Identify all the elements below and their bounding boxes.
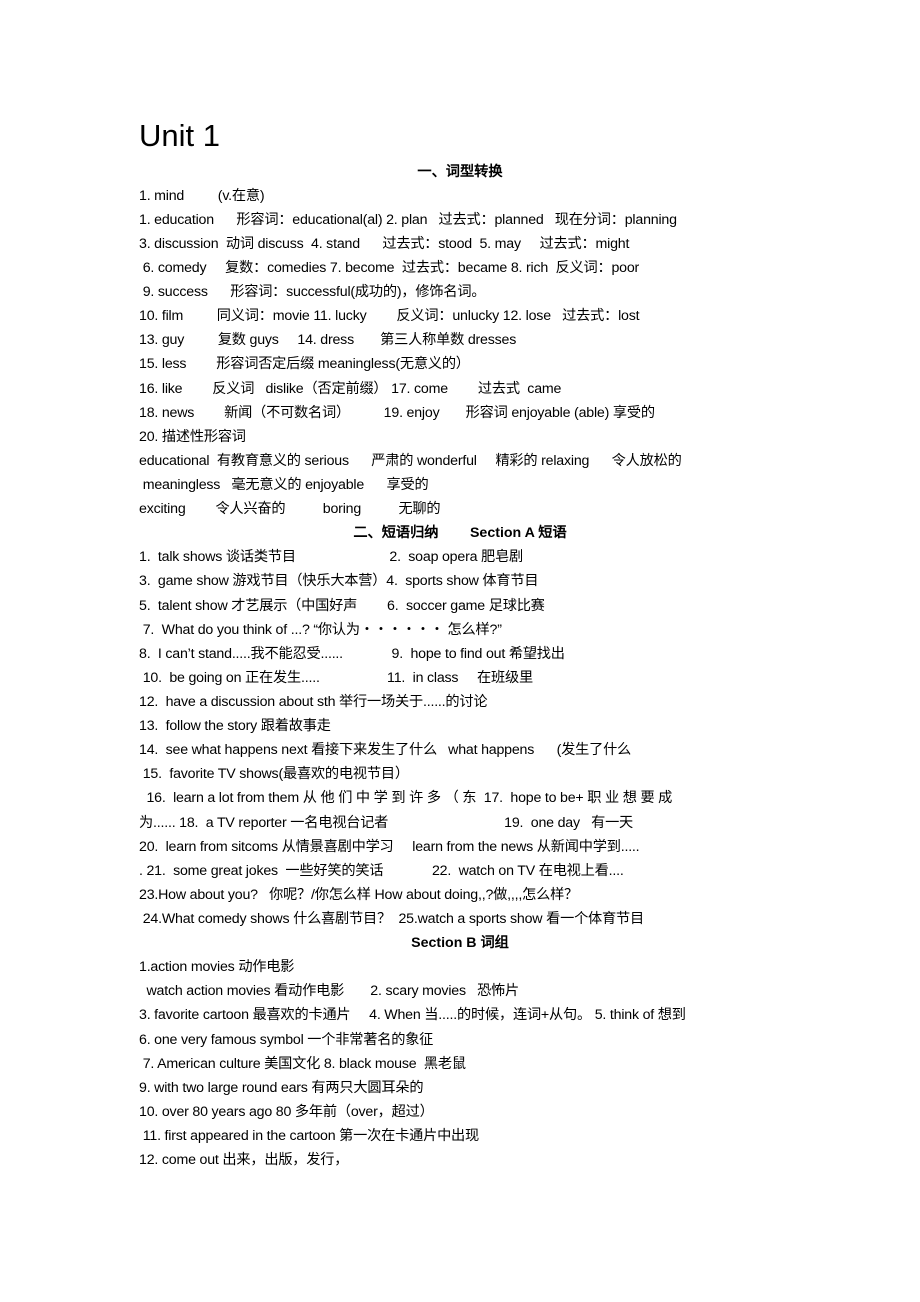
word-form-line: educational 有教育意义的 serious 严肃的 wonderful…	[139, 453, 682, 469]
word-form-line: 13. guy 复数 guys 14. dress 第三人称单数 dresses	[139, 332, 517, 348]
section-heading-phrases-a: 二、短语归纳 Section A 短语	[353, 525, 567, 541]
phrase-b-line: 1.action movies 动作电影	[139, 959, 295, 975]
word-form-line: 1. education 形容词：educational(al) 2. plan…	[139, 212, 677, 228]
word-form-line: 1. mind (v.在意)	[139, 188, 265, 204]
word-form-line: 15. less 形容词否定后缀 meaningless(无意义的）	[139, 356, 470, 372]
phrase-line: . 21. some great jokes 一些好笑的笑话 22. watch…	[139, 863, 624, 879]
phrase-line: 13. follow the story 跟着故事走	[139, 718, 331, 734]
section-heading-word-forms: 一、词型转换	[417, 164, 503, 180]
phrase-line: 23.How about you? 你呢？/你怎么样 How about doi…	[139, 887, 579, 903]
word-form-line: 10. film 同义词：movie 11. lucky 反义词：unlucky…	[139, 308, 640, 324]
word-form-line: 3. discussion 动词 discuss 4. stand 过去式：st…	[139, 236, 630, 252]
word-form-line: 9. success 形容词：successful(成功的)，修饰名词。	[139, 284, 486, 300]
phrase-b-line: 10. over 80 years ago 80 多年前（over，超过）	[139, 1104, 434, 1120]
phrase-line: 7. What do you think of ...? “你认为・・・・・・ …	[139, 622, 502, 638]
phrase-b-line: 12. come out 出来，出版，发行，	[139, 1152, 349, 1168]
phrase-line: 10. be going on 正在发生..... 11. in class 在…	[139, 670, 533, 686]
phrase-line: 5. talent show 才艺展示（中国好声 6. soccer game …	[139, 598, 545, 614]
word-form-line: 16. like 反义词 dislike（否定前缀） 17. come 过去式 …	[139, 381, 562, 397]
phrase-line: 14. see what happens next 看接下来发生了什么 what…	[139, 742, 632, 758]
phrase-line: 8. I can’t stand.....我不能忍受...... 9. hope…	[139, 646, 565, 662]
phrase-b-line: 11. first appeared in the cartoon 第一次在卡通…	[139, 1128, 480, 1144]
phrase-b-line: watch action movies 看动作电影 2. scary movie…	[139, 983, 520, 999]
section-heading-phrases-b: Section B 词组	[411, 935, 509, 951]
word-form-line: 6. comedy 复数：comedies 7. become 过去式：beca…	[139, 260, 640, 276]
unit-title: Unit 1	[139, 118, 220, 153]
phrase-line: 12. have a discussion about sth 举行一场关于..…	[139, 694, 488, 710]
phrase-line: 20. learn from sitcoms 从情景喜剧中学习 learn fr…	[139, 839, 640, 855]
word-form-line: meaningless 毫无意义的 enjoyable 享受的	[139, 477, 429, 493]
phrase-b-line: 7. American culture 美国文化 8. black mouse …	[139, 1056, 466, 1072]
phrase-line: 16. learn a lot from them 从 他 们 中 学 到 许 …	[139, 790, 673, 806]
phrase-line: 3. game show 游戏节目（快乐大本营）4. sports show 体…	[139, 573, 539, 589]
word-form-line: 18. news 新闻（不可数名词） 19. enjoy 形容词 enjoyab…	[139, 405, 655, 421]
phrase-line: 1. talk shows 谈话类节目 2. soap opera 肥皂剧	[139, 549, 523, 565]
word-form-line: 20. 描述性形容词	[139, 429, 246, 445]
phrase-line: 24.What comedy shows 什么喜剧节目？ 25.watch a …	[139, 911, 645, 927]
word-form-line: exciting 令人兴奋的 boring 无聊的	[139, 501, 441, 517]
phrase-line: 15. favorite TV shows(最喜欢的电视节目）	[139, 766, 409, 782]
phrase-line: 为...... 18. a TV reporter 一名电视台记者 19. on…	[139, 815, 634, 831]
phrase-b-line: 6. one very famous symbol 一个非常著名的象征	[139, 1032, 434, 1048]
phrase-b-line: 3. favorite cartoon 最喜欢的卡通片 4. When 当...…	[139, 1007, 686, 1023]
phrase-b-line: 9. with two large round ears 有两只大圆耳朵的	[139, 1080, 424, 1096]
